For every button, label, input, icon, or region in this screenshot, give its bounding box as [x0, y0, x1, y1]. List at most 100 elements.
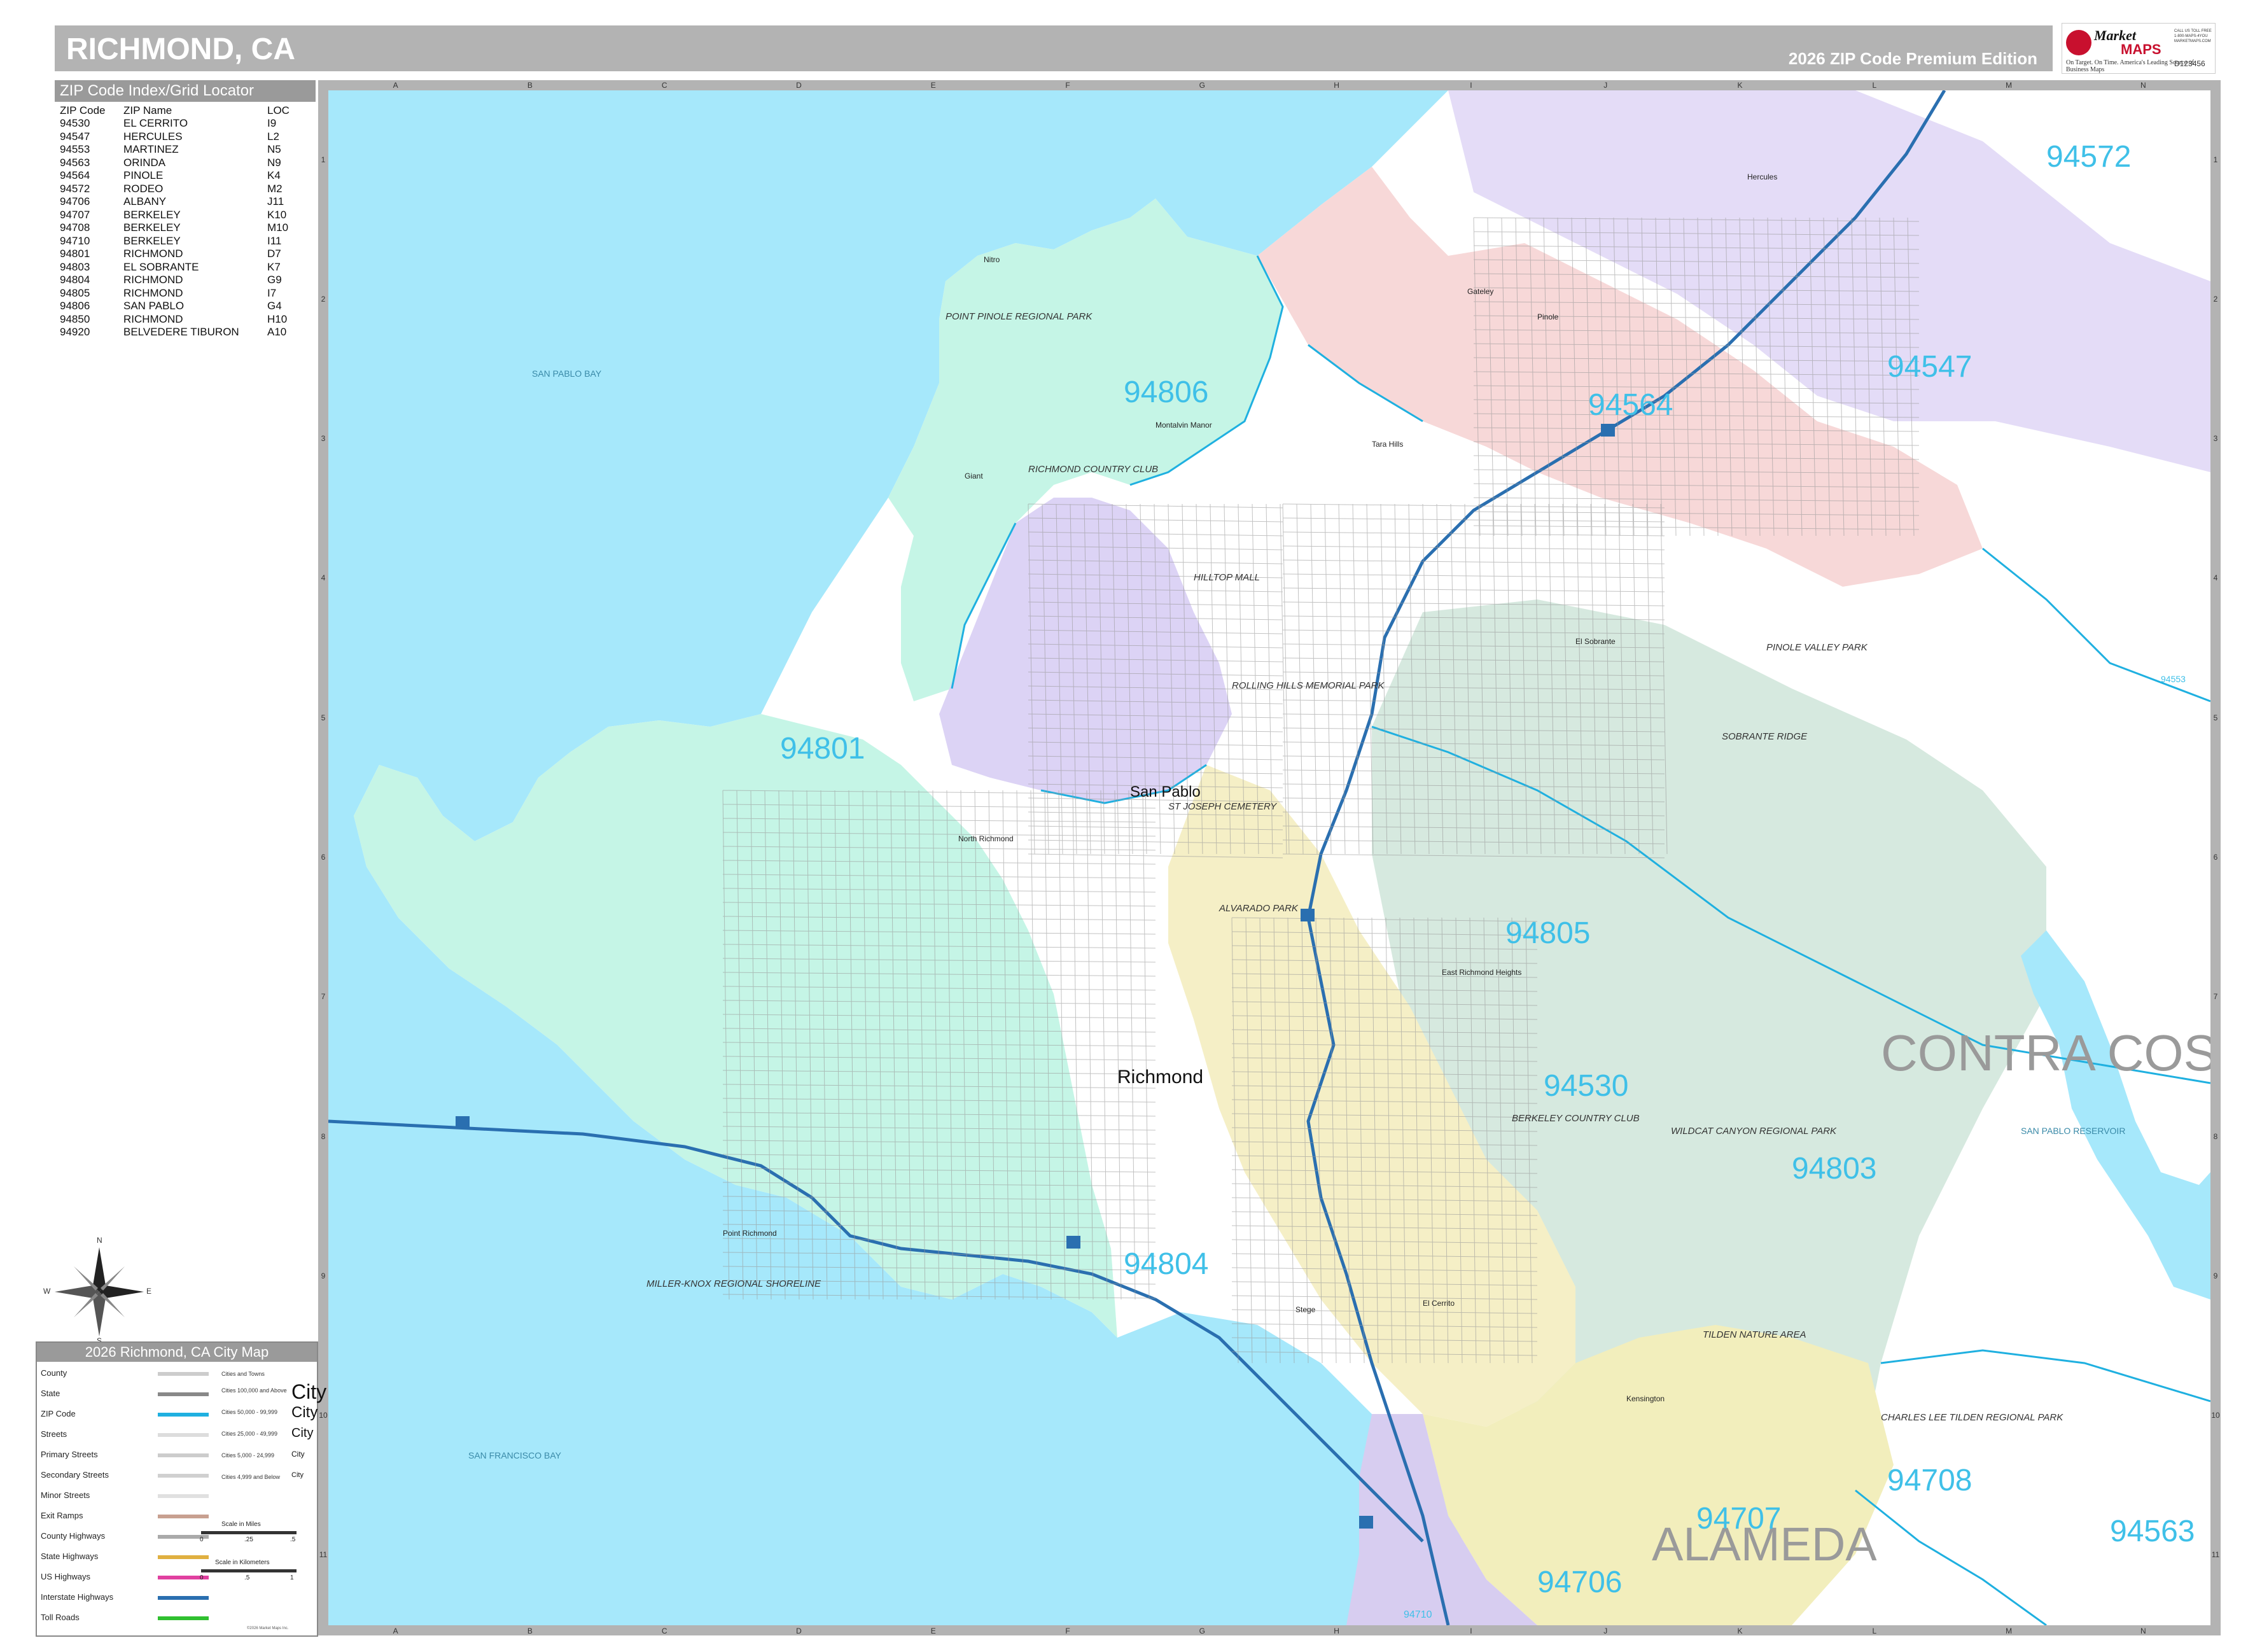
legend-line-sample: [158, 1413, 209, 1417]
interstate-shield: [456, 1116, 470, 1129]
grid-number: 9: [2213, 1271, 2218, 1280]
legend-line-sample: [158, 1555, 209, 1559]
legend-item-label: Minor Streets: [41, 1490, 90, 1500]
place-label: Point Richmond: [723, 1229, 777, 1238]
map-canvas[interactable]: CONTRA COSTA ALAMEDA 94806 94801 94804 9…: [328, 90, 2210, 1625]
loc-cell: K4: [267, 169, 281, 181]
name-col-header: ZIP Name: [123, 104, 172, 116]
legend-line-sample: [158, 1474, 209, 1478]
zip-label: 94710: [1404, 1609, 1432, 1620]
legend-city-size-sample: City: [291, 1471, 304, 1480]
grid-letter: M: [2006, 81, 2013, 90]
grid-number: 11: [2211, 1550, 2220, 1560]
scale-tick: 0: [200, 1536, 204, 1543]
legend-line-sample: [158, 1433, 209, 1437]
grid-number: 2: [2213, 294, 2218, 304]
grid-letter: D: [796, 1627, 802, 1635]
grid-number: 4: [321, 573, 326, 583]
place-label: East Richmond Heights: [1442, 968, 1521, 977]
legend-item-label: US Highways: [41, 1572, 91, 1581]
place-label: Hercules: [1747, 172, 1777, 181]
scale-miles-title: Scale in Miles: [221, 1521, 261, 1528]
zip-name-cell: RICHMOND: [123, 286, 183, 299]
scale-tick: 0: [200, 1574, 204, 1581]
grid-number: 1: [2213, 155, 2218, 164]
grid-number: 8: [321, 1131, 326, 1141]
zip-name-cell: RODEO: [123, 182, 164, 195]
zip-label: 94530: [1544, 1069, 1628, 1103]
legend-city-size-range: Cities 5,000 - 24,999: [221, 1452, 275, 1459]
publisher-logo[interactable]: Market MAPS On Target. On Time. America'…: [2062, 23, 2216, 74]
grid-number: 7: [321, 992, 326, 1002]
area-label: PINOLE VALLEY PARK: [1766, 642, 1868, 653]
legend-city-size-sample: City: [291, 1404, 318, 1421]
grid-letter: I: [1470, 81, 1472, 90]
zip-code-cell: 94706: [60, 195, 90, 207]
zip-label: 94547: [1887, 350, 1972, 384]
zip-code-cell: 94920: [60, 326, 90, 338]
place-label: El Cerrito: [1423, 1299, 1455, 1308]
legend-city-size-range: Cities 25,000 - 49,999: [221, 1431, 278, 1437]
grid-letter: I: [1470, 1627, 1472, 1635]
scale-tick: .25: [244, 1536, 253, 1543]
interstate-shield: [1066, 1236, 1080, 1249]
grid-letter: H: [1334, 1627, 1339, 1635]
zip-code-cell: 94707: [60, 208, 90, 221]
grid-letter: D: [796, 81, 802, 90]
loc-cell: M2: [267, 182, 283, 195]
map-title: RICHMOND, CA: [66, 32, 295, 66]
scale-km-title: Scale in Kilometers: [215, 1559, 270, 1566]
zip-name-cell: EL CERRITO: [123, 117, 188, 129]
legend-item-label: County Highways: [41, 1531, 106, 1541]
zip-code-cell: 94803: [60, 260, 90, 273]
zip-code-cell: 94708: [60, 221, 90, 234]
legend-item-label: County: [41, 1368, 67, 1378]
zip-code-cell: 94710: [60, 234, 90, 247]
edition-label: 2026 ZIP Code Premium Edition: [1788, 49, 2037, 68]
place-label: Pinole: [1537, 312, 1559, 321]
area-label: TILDEN NATURE AREA: [1703, 1329, 1806, 1340]
logo-icon: [2066, 30, 2091, 55]
area-label: ROLLING HILLS MEMORIAL PARK: [1232, 680, 1385, 691]
legend-item-label: State Highways: [41, 1551, 99, 1561]
zip-label: 94706: [1537, 1565, 1622, 1599]
legend-item-label: Interstate Highways: [41, 1592, 114, 1602]
legend-item-label: Secondary Streets: [41, 1470, 109, 1480]
scale-bar-miles: [201, 1531, 297, 1534]
legend-city-size-sample: City: [291, 1450, 305, 1459]
zip-name-cell: ALBANY: [123, 195, 167, 207]
zip-code-index: ZIP Code Index/Grid Locator ZIP Code ZIP…: [55, 80, 316, 347]
zip-name-cell: EL SOBRANTE: [123, 260, 199, 273]
grid-letter: L: [1872, 81, 1877, 90]
zip-label: 94806: [1124, 375, 1208, 409]
county-label-contra-costa: CONTRA COSTA: [1881, 1025, 2210, 1081]
zip-name-cell: HERCULES: [123, 130, 183, 143]
legend-city-size-sample: City: [291, 1380, 327, 1404]
legend-item-label: Streets: [41, 1429, 67, 1439]
legend-line-sample: [158, 1453, 209, 1457]
water-label: SAN FRANCISCO BAY: [468, 1450, 562, 1460]
compass-n: N: [97, 1236, 102, 1245]
compass-icon: [55, 1247, 144, 1336]
grid-number: 11: [319, 1550, 328, 1560]
loc-cell: K10: [267, 208, 287, 221]
place-label: Giant: [965, 472, 983, 480]
grid-letter: B: [527, 1627, 533, 1635]
legend-city-size-range: Cities 50,000 - 99,999: [221, 1409, 278, 1415]
loc-cell: G9: [267, 274, 282, 286]
legend-city-size-range: Cities 100,000 and Above: [221, 1387, 287, 1394]
scale-bar-km: [201, 1569, 297, 1572]
place-label: North Richmond: [958, 834, 1014, 843]
grid-number: 4: [2213, 573, 2218, 583]
zip-code-cell: 94547: [60, 130, 90, 143]
zip-name-cell: RICHMOND: [123, 274, 183, 286]
area-label: ST JOSEPH CEMETERY: [1168, 801, 1277, 812]
zip-code-cell: 94806: [60, 300, 90, 312]
water-label: SAN PABLO RESERVOIR: [2021, 1126, 2125, 1136]
grid-number: 1: [321, 155, 326, 164]
water-label: SAN PABLO BAY: [532, 368, 602, 379]
zip-index-title: ZIP Code Index/Grid Locator: [55, 80, 316, 102]
zip-name-cell: RICHMOND: [123, 312, 183, 325]
zip-name-cell: BERKELEY: [123, 221, 181, 234]
legend-item-label: Exit Ramps: [41, 1511, 83, 1520]
